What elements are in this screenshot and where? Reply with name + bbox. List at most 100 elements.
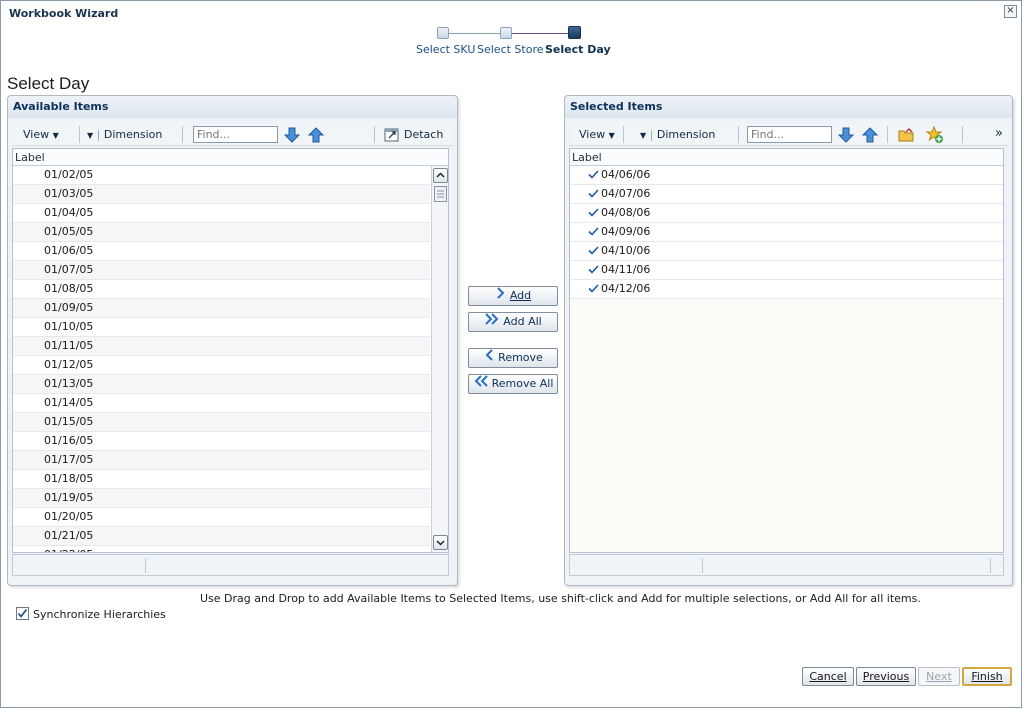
list-item[interactable]: 04/11/06 [570, 261, 1003, 280]
checkmark-icon [588, 170, 599, 179]
list-item-label: 01/18/05 [44, 472, 94, 485]
available-items-header: Available Items [8, 96, 457, 118]
add-button[interactable]: Add [468, 286, 558, 306]
list-item[interactable]: 01/17/05 [13, 451, 430, 470]
detach-button[interactable]: Detach [404, 128, 443, 141]
list-item-label: 04/11/06 [601, 263, 651, 276]
page-title: Select Day [7, 74, 90, 93]
dimension-label: Dimension [103, 128, 163, 141]
available-items-table: Label 01/02/05 01/03/05 01/04/05 01/05/05 01… [12, 148, 449, 553]
list-item[interactable]: 04/06/06 [570, 166, 1003, 185]
list-item-label: 01/11/05 [44, 339, 94, 352]
available-items-panel: Available Items View ▼ ▼ | Dimension Det… [7, 95, 458, 586]
view-menu[interactable]: View ▼ [579, 128, 615, 141]
column-header-label[interactable]: Label [570, 149, 1003, 166]
list-item-label: 04/09/06 [601, 225, 651, 238]
list-item[interactable]: 01/03/05 [13, 185, 430, 204]
list-item[interactable]: 01/16/05 [13, 432, 430, 451]
chevron-down-icon: ▼ [87, 131, 94, 140]
chevron-down-icon: ▼ [52, 131, 59, 140]
dimension-menu[interactable]: ▼ | Dimension [640, 128, 715, 141]
list-item[interactable]: 01/07/05 [13, 261, 430, 280]
next-button[interactable]: Next [918, 667, 960, 686]
view-label: View [23, 128, 50, 141]
folder-icon[interactable] [897, 126, 915, 144]
list-item[interactable]: 04/12/06 [570, 280, 1003, 299]
list-item[interactable]: 01/05/05 [13, 223, 430, 242]
add-label: Add [509, 289, 532, 302]
find-previous-icon[interactable] [307, 126, 325, 144]
list-item[interactable]: 01/09/05 [13, 299, 430, 318]
detach-icon[interactable] [383, 126, 401, 144]
close-button[interactable]: × [1004, 5, 1017, 18]
list-item[interactable]: 01/11/05 [13, 337, 430, 356]
scroll-down-button[interactable] [433, 535, 448, 550]
list-item[interactable]: 01/14/05 [13, 394, 430, 413]
list-item[interactable]: 04/07/06 [570, 185, 1003, 204]
previous-label: Previous [862, 670, 910, 683]
overflow-icon[interactable]: » [995, 126, 1003, 141]
list-item[interactable]: 01/21/05 [13, 527, 430, 546]
step-label-day: Select Day [545, 43, 611, 56]
step-label-sku[interactable]: Select SKU [416, 43, 475, 56]
list-item[interactable]: 01/08/05 [13, 280, 430, 299]
remove-all-button[interactable]: Remove All [468, 374, 558, 394]
finish-label: Finish [971, 670, 1003, 683]
list-item-label: 01/16/05 [44, 434, 94, 447]
list-item[interactable]: 04/08/06 [570, 204, 1003, 223]
scroll-up-button[interactable] [433, 168, 448, 183]
add-all-button[interactable]: Add All [468, 312, 558, 332]
remove-button[interactable]: Remove [468, 348, 558, 368]
synchronize-label[interactable]: Synchronize Hierarchies [33, 608, 166, 621]
train-connector [448, 33, 501, 34]
list-item-label: 01/04/05 [44, 206, 94, 219]
list-item[interactable]: 04/09/06 [570, 223, 1003, 242]
column-header-label[interactable]: Label [13, 149, 448, 166]
list-item-label: 01/13/05 [44, 377, 94, 390]
previous-button[interactable]: Previous [856, 667, 916, 686]
remove-all-label: Remove All [491, 377, 554, 390]
list-item[interactable]: 01/18/05 [13, 470, 430, 489]
step-label-store[interactable]: Select Store [477, 43, 544, 56]
list-item[interactable]: 01/06/05 [13, 242, 430, 261]
list-item[interactable]: 01/10/05 [13, 318, 430, 337]
list-item-label: 01/21/05 [44, 529, 94, 542]
list-item[interactable]: 04/10/06 [570, 242, 1003, 261]
list-item[interactable]: 01/22/05 [13, 546, 430, 552]
checkmark-icon [588, 284, 599, 293]
list-item[interactable]: 01/15/05 [13, 413, 430, 432]
train-stop-sku[interactable] [437, 27, 449, 39]
find-input[interactable] [193, 126, 278, 143]
view-menu[interactable]: View ▼ [23, 128, 59, 141]
find-previous-icon[interactable] [861, 126, 879, 144]
chevron-right-icon [495, 287, 507, 305]
scroll-thumb[interactable] [434, 186, 447, 202]
list-item[interactable]: 01/13/05 [13, 375, 430, 394]
list-item[interactable]: 01/20/05 [13, 508, 430, 527]
list-item-label: 01/10/05 [44, 320, 94, 333]
list-item-label: 01/06/05 [44, 244, 94, 257]
synchronize-checkbox[interactable] [16, 607, 29, 620]
list-item[interactable]: 01/02/05 [13, 166, 430, 185]
double-chevron-right-icon [484, 313, 500, 331]
find-next-icon[interactable] [283, 126, 301, 144]
selected-items-panel: Selected Items View ▼ ▼ | Dimension » [564, 95, 1013, 586]
vertical-scrollbar[interactable] [431, 166, 448, 552]
favorite-add-icon[interactable] [925, 125, 944, 144]
chevron-down-icon: ▼ [608, 131, 615, 140]
list-item-label: 04/10/06 [601, 244, 651, 257]
list-item[interactable]: 01/19/05 [13, 489, 430, 508]
train-stop-store[interactable] [500, 27, 512, 39]
list-item[interactable]: 01/04/05 [13, 204, 430, 223]
find-input[interactable] [747, 126, 832, 143]
selected-items-table: Label 04/06/06 04/07/06 04/08/06 04/09/06 04… [569, 148, 1004, 553]
finish-button[interactable]: Finish [962, 667, 1012, 686]
find-next-icon[interactable] [837, 126, 855, 144]
cancel-button[interactable]: Cancel [802, 667, 854, 686]
instructions-text: Use Drag and Drop to add Available Items… [200, 592, 921, 605]
list-item[interactable]: 01/12/05 [13, 356, 430, 375]
checkmark-icon [588, 227, 599, 236]
dimension-menu[interactable]: ▼ | Dimension [87, 128, 162, 141]
remove-label: Remove [498, 351, 543, 364]
list-item-label: 01/17/05 [44, 453, 94, 466]
